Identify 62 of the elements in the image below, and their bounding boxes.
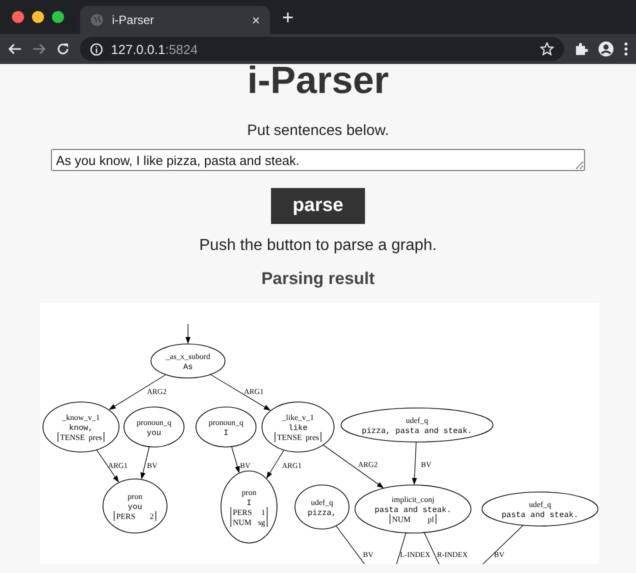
- node-predicate: pronoun_q: [136, 418, 172, 427]
- menu-icon[interactable]: [624, 42, 628, 56]
- close-window-icon[interactable]: [12, 11, 24, 23]
- node-attribute: PERS 1: [230, 506, 268, 518]
- node-surface-text: As: [183, 363, 193, 372]
- node-surface-text: know,: [69, 424, 93, 433]
- edge-arrow: [412, 442, 417, 485]
- edge-arrow: [186, 324, 190, 344]
- profile-icon[interactable]: [598, 41, 614, 57]
- back-icon[interactable]: [8, 42, 22, 56]
- reload-icon[interactable]: [56, 42, 70, 56]
- node-predicate: pron: [242, 488, 256, 497]
- page-heading: i-Parser: [247, 59, 389, 104]
- edge-arrow: [108, 374, 166, 410]
- new-tab-button[interactable]: +: [282, 7, 294, 30]
- node-predicate: implicit_conj: [392, 495, 434, 504]
- node-surface-text: pasta and steak.: [502, 511, 578, 520]
- info-icon[interactable]: [90, 42, 103, 56]
- address-bar[interactable]: 127.0.0.1:5824: [80, 37, 564, 61]
- url-host: 127.0.0.1: [111, 42, 166, 56]
- result-heading: Parsing result: [261, 269, 375, 289]
- close-tab-button[interactable]: ×: [252, 12, 260, 28]
- node-predicate: _as_x_subord: [166, 352, 210, 361]
- node-ellipse: [124, 406, 184, 448]
- node-attribute: NUM sg: [230, 516, 268, 528]
- node-surface-text: like: [288, 424, 308, 433]
- forward-icon[interactable]: [32, 42, 46, 56]
- node-predicate: pronoun_q: [208, 418, 244, 427]
- parse-button[interactable]: parse: [271, 188, 365, 224]
- node-ellipse: [196, 406, 256, 448]
- node-predicate: udef_q: [528, 500, 552, 509]
- sentence-input[interactable]: As you know, I like pizza, pasta and steak.: [51, 149, 585, 171]
- edge-arrow: [210, 374, 271, 411]
- node-predicate: pron: [128, 492, 142, 501]
- node-surface-text: you: [146, 429, 162, 438]
- url-port: :5824: [165, 42, 198, 56]
- node-attribute: NUM pl: [390, 514, 436, 524]
- hint-text: Push the button to parse a graph.: [199, 237, 437, 255]
- edge-arrow: [322, 444, 384, 488]
- minimize-window-icon[interactable]: [32, 11, 44, 23]
- globe-icon: [90, 13, 104, 27]
- maximize-window-icon[interactable]: [52, 11, 64, 23]
- puzzle-icon[interactable]: [574, 42, 588, 56]
- node-predicate: udef_q: [310, 498, 334, 507]
- browser-tab[interactable]: i-Parser ×: [80, 6, 270, 34]
- node-predicate: _like_v_1: [282, 413, 314, 422]
- prompt-text: Put sentences below.: [247, 122, 389, 139]
- node-surface-text: pizza, pasta and steak.: [362, 427, 472, 436]
- node-surface-text: pizza,: [308, 509, 336, 518]
- node-ellipse: [294, 484, 350, 530]
- node-predicate: _know_v_1: [62, 413, 100, 422]
- bookmark-star-icon[interactable]: [540, 42, 554, 56]
- node-attribute: PERS 2: [114, 510, 156, 522]
- node-attribute: TENSE pres: [58, 432, 104, 442]
- node-predicate: udef_q: [406, 416, 428, 425]
- node-surface-text: pasta and steak.: [374, 506, 452, 515]
- edge-arrow: [231, 446, 240, 474]
- node-surface-text: you: [128, 503, 142, 512]
- node-surface-text: I: [246, 499, 252, 508]
- node-ellipse: [102, 478, 168, 534]
- node-surface-text: I: [224, 429, 228, 438]
- node-attribute: TENSE pres: [274, 432, 322, 442]
